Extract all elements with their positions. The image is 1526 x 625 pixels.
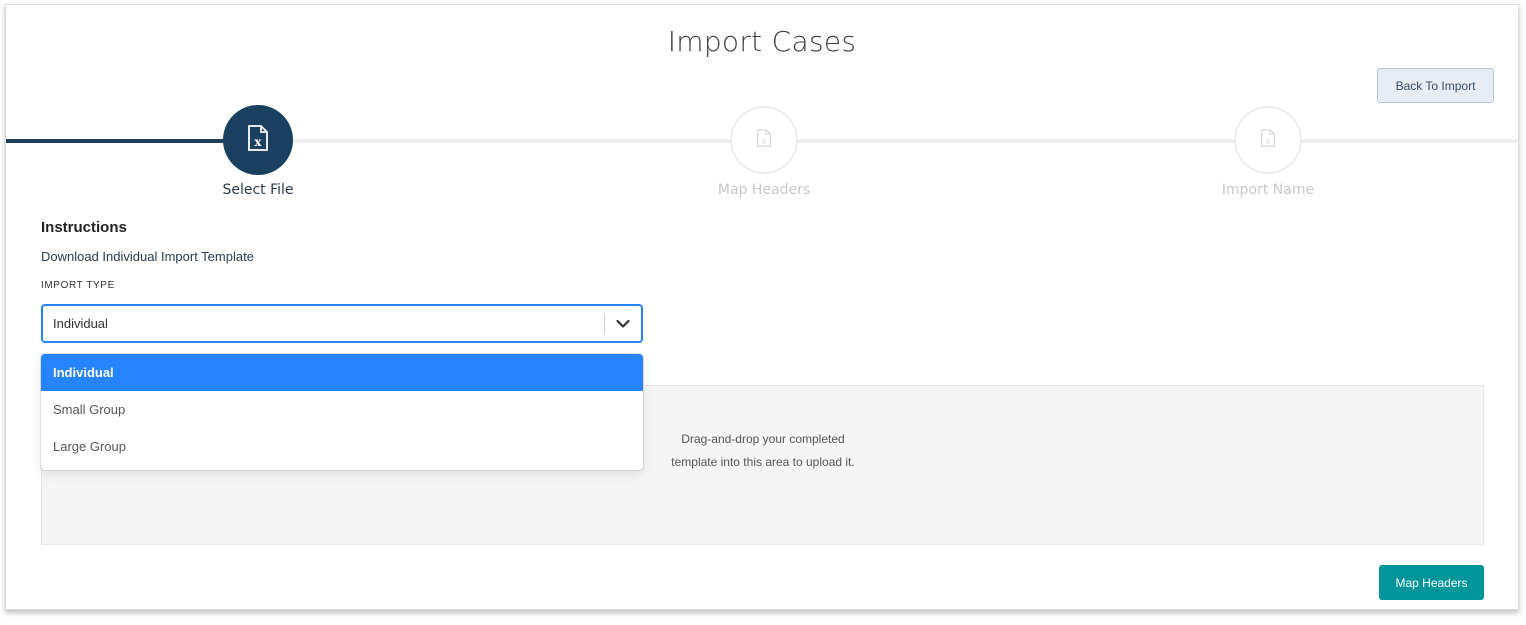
stepper-progress	[6, 139, 256, 143]
svg-text:x: x	[254, 135, 262, 149]
step-label-select-file: Select File	[222, 182, 294, 198]
step-select-file[interactable]: x	[223, 105, 293, 175]
excel-file-icon: x	[247, 124, 269, 156]
import-type-menu: Individual Small Group Large Group	[41, 354, 643, 470]
dropzone-line-1: Drag-and-drop your completed	[681, 432, 845, 446]
svg-text:x: x	[1266, 135, 1271, 145]
step-label-map-headers: Map Headers	[717, 182, 811, 198]
option-individual[interactable]: Individual	[41, 354, 643, 391]
dropzone-text: Drag-and-drop your completed template in…	[598, 428, 928, 474]
excel-file-icon: x	[1260, 128, 1276, 152]
download-template-link[interactable]: Download Individual Import Template	[41, 249, 254, 264]
instructions-heading: Instructions	[41, 219, 127, 236]
import-type-label: IMPORT TYPE	[41, 280, 115, 291]
import-type-select[interactable]: Individual	[41, 304, 643, 343]
chevron-down-icon[interactable]	[613, 314, 633, 334]
step-label-import-name: Import Name	[1221, 182, 1315, 198]
excel-file-icon: x	[756, 128, 772, 152]
svg-text:x: x	[762, 135, 767, 145]
step-map-headers[interactable]: x	[730, 106, 798, 174]
page-title: Import Cases	[667, 25, 857, 58]
back-to-import-button[interactable]: Back To Import	[1377, 68, 1494, 103]
dropzone-line-2: template into this area to upload it.	[671, 455, 855, 469]
step-import-name[interactable]: x	[1234, 106, 1302, 174]
map-headers-button[interactable]: Map Headers	[1379, 565, 1484, 600]
select-separator	[604, 314, 605, 334]
option-small-group[interactable]: Small Group	[41, 391, 643, 428]
import-card: Import Cases Back To Import x Select Fil…	[5, 4, 1519, 610]
option-large-group[interactable]: Large Group	[41, 428, 643, 465]
import-type-value: Individual	[53, 316, 108, 331]
